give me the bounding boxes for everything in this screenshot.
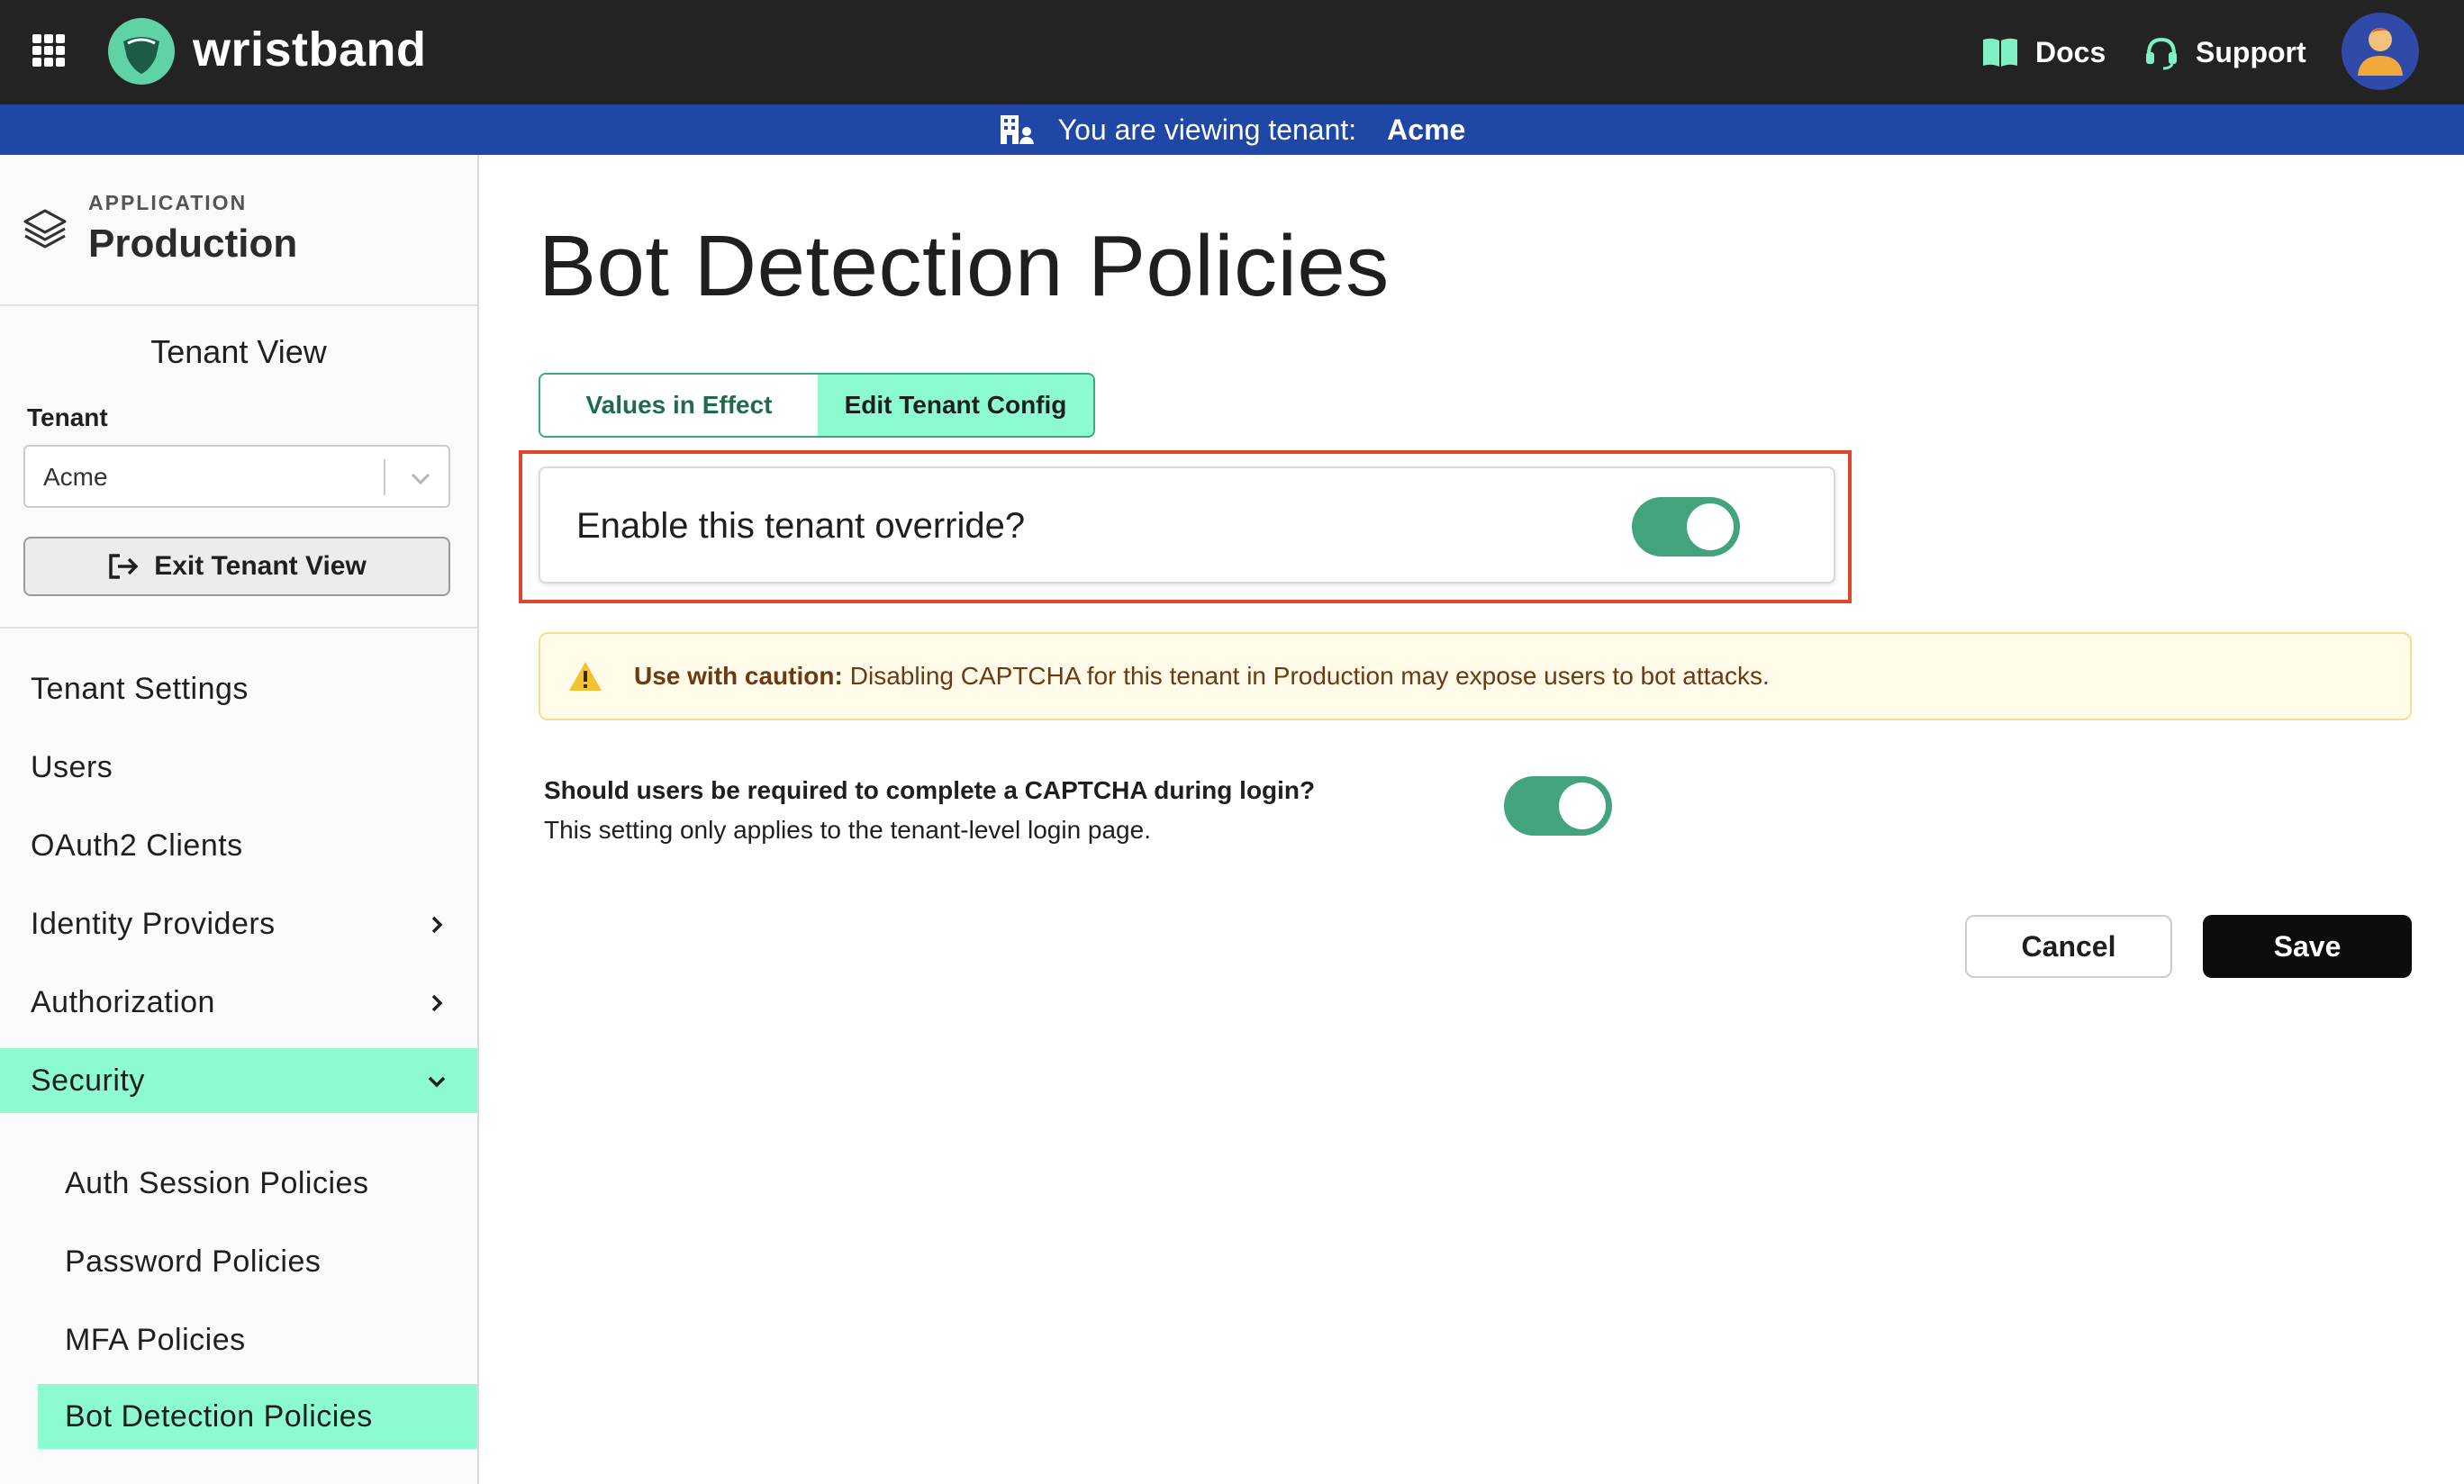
- save-button[interactable]: Save: [2203, 915, 2412, 978]
- tenant-view-title: Tenant View: [150, 333, 327, 370]
- sidebar-subitem-label: Bot Detection Policies: [65, 1398, 373, 1434]
- building-user-icon: [1000, 115, 1034, 144]
- sidebar-subitem-label: MFA Policies: [65, 1322, 246, 1357]
- sidebar-item-label: Users: [31, 749, 113, 784]
- sign-out-icon: [109, 554, 139, 579]
- chevron-down-icon: [428, 1076, 446, 1088]
- sidebar-item-label: Security: [31, 1063, 145, 1098]
- page-title: Bot Detection Policies: [539, 218, 1390, 314]
- toggle-knob: [1559, 783, 1606, 829]
- sidebar-item-label: Authorization: [31, 984, 215, 1019]
- sidebar-item-label: Tenant Settings: [31, 671, 249, 706]
- shield-logo-icon: [108, 18, 175, 85]
- banner-tenant-name: Acme: [1387, 113, 1466, 146]
- toggle-knob: [1687, 503, 1734, 550]
- apps-grid-icon[interactable]: [32, 34, 65, 67]
- tab-edit-tenant-config[interactable]: Edit Tenant Config: [818, 375, 1093, 436]
- warning-icon: [569, 662, 602, 691]
- tenant-label: Tenant: [27, 403, 108, 431]
- sidebar-item-identity-providers[interactable]: Identity Providers: [0, 891, 477, 956]
- sidebar-item-security[interactable]: Security: [0, 1048, 477, 1113]
- user-avatar-icon: [2358, 28, 2403, 76]
- captcha-help-text: This setting only applies to the tenant-…: [544, 816, 1151, 844]
- support-label: Support: [2196, 35, 2306, 68]
- app-caption: APPLICATION: [88, 191, 248, 214]
- support-link[interactable]: Support: [2143, 27, 2306, 77]
- exit-tenant-view-label: Exit Tenant View: [154, 551, 367, 581]
- user-avatar[interactable]: [2342, 13, 2419, 90]
- sidebar-item-authorization[interactable]: Authorization: [0, 970, 477, 1035]
- caution-title: Use with caution:: [634, 662, 843, 690]
- tenant-banner: You are viewing tenant: Acme: [0, 104, 2464, 155]
- tenant-select[interactable]: Acme: [23, 445, 450, 508]
- headset-icon: [2146, 37, 2177, 70]
- sidebar-item-oauth2-clients[interactable]: OAuth2 Clients: [0, 813, 477, 878]
- tenant-override-card: Enable this tenant override?: [539, 466, 1835, 584]
- book-icon: [1983, 38, 2017, 67]
- docs-link[interactable]: Docs: [1981, 27, 2106, 77]
- select-separator: [384, 459, 385, 495]
- sidebar-subitem-label: Auth Session Policies: [65, 1165, 369, 1200]
- caution-alert: Use with caution: Disabling CAPTCHA for …: [539, 632, 2412, 720]
- sidebar-item-label: Identity Providers: [31, 906, 276, 941]
- sidebar-subitem-mfa-policies[interactable]: MFA Policies: [38, 1308, 477, 1372]
- sidebar-item-label: OAuth2 Clients: [31, 828, 243, 863]
- sidebar-item-tenant-settings[interactable]: Tenant Settings: [0, 656, 477, 721]
- tab-values-in-effect[interactable]: Values in Effect: [540, 375, 818, 436]
- sidebar: APPLICATION Production Tenant View Tenan…: [0, 155, 479, 1484]
- caution-message: Disabling CAPTCHA for this tenant in Pro…: [849, 662, 1770, 690]
- config-tabs: Values in Effect Edit Tenant Config: [539, 373, 1095, 438]
- app-name: Production: [88, 222, 298, 266]
- docs-label: Docs: [2035, 35, 2106, 68]
- captcha-toggle[interactable]: [1504, 776, 1612, 836]
- override-label: Enable this tenant override?: [576, 506, 1026, 546]
- chevron-right-icon: [431, 916, 443, 934]
- exit-tenant-view-button[interactable]: Exit Tenant View: [23, 537, 450, 596]
- override-toggle[interactable]: [1632, 497, 1740, 556]
- sidebar-subitem-label: Password Policies: [65, 1244, 322, 1279]
- tenant-select-value: Acme: [43, 463, 108, 491]
- cancel-button[interactable]: Cancel: [1965, 915, 2172, 978]
- banner-prefix: You are viewing tenant:: [1057, 113, 1357, 146]
- application-switcher[interactable]: APPLICATION Production: [0, 155, 477, 306]
- chevron-down-icon: [411, 473, 430, 485]
- captcha-question: Should users be required to complete a C…: [544, 776, 1316, 804]
- chevron-right-icon: [431, 994, 443, 1012]
- layers-icon: [23, 209, 67, 249]
- sidebar-item-users[interactable]: Users: [0, 735, 477, 800]
- sidebar-subitem-auth-session-policies[interactable]: Auth Session Policies: [38, 1151, 477, 1216]
- sidebar-subitem-password-policies[interactable]: Password Policies: [38, 1229, 477, 1294]
- brand-name: wristband: [193, 23, 427, 77]
- sidebar-subitem-bot-detection-policies[interactable]: Bot Detection Policies: [38, 1384, 477, 1449]
- sidebar-divider: [0, 627, 477, 629]
- top-bar: wristband Docs Support: [0, 0, 2464, 104]
